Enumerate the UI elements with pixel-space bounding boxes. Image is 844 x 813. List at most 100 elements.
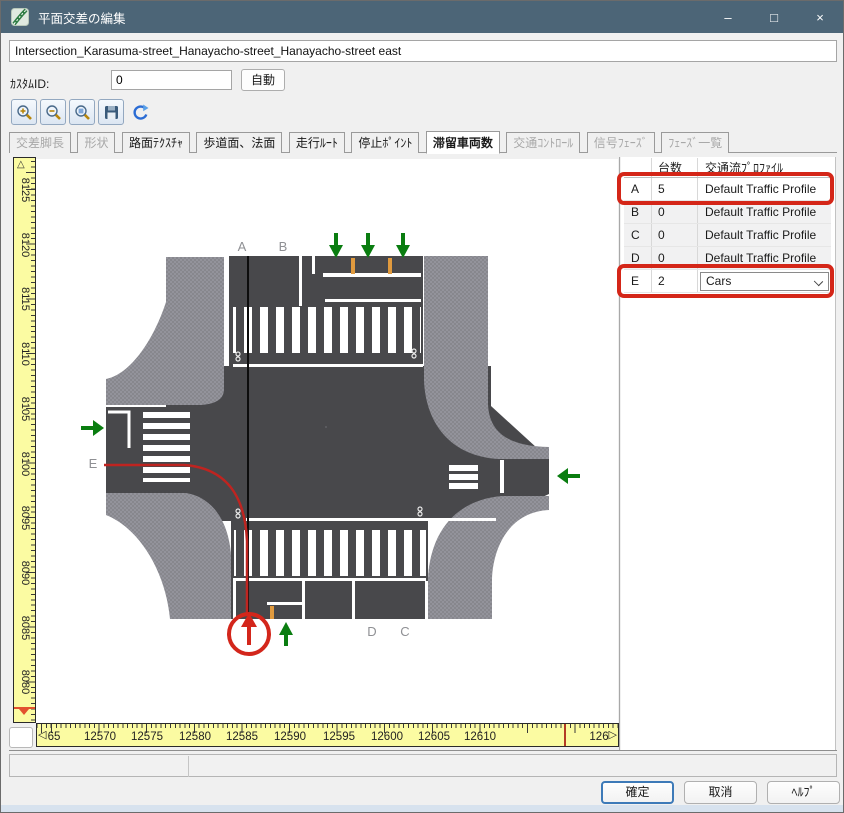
tab-sidewalk-slope[interactable]: 歩道面、法面 (196, 132, 282, 153)
app-road-icon (11, 8, 29, 26)
h-ruler-cursor-marker (564, 724, 566, 746)
row-a-profile[interactable]: Default Traffic Profile (697, 178, 831, 200)
v-ruler-label: 8105 (19, 397, 31, 421)
row-a-leg: A (624, 182, 651, 196)
horizontal-ruler[interactable]: ◁ ▷ 65 12570 12575 12580 12585 12590 125… (36, 723, 619, 747)
tab-phase-list: ﾌｪｰｽﾞ一覧 (661, 132, 729, 153)
v-ruler-label: 8080 (19, 670, 31, 694)
v-ruler-label: 8115 (19, 287, 31, 311)
tab-traffic-control: 交通ｺﾝﾄﾛｰﾙ (506, 132, 580, 153)
col-header-count: 台数 (651, 158, 697, 177)
row-e-leg: E (624, 274, 651, 288)
cancel-button[interactable]: 取消 (684, 781, 757, 804)
intersection-map: A B E D C (36, 159, 618, 723)
ruler-scroll-left-icon[interactable]: ◁ (38, 728, 46, 741)
map-bottom-border (9, 750, 837, 751)
table-row-b[interactable]: B 0 Default Traffic Profile (624, 201, 831, 224)
leg-label-e: E (89, 456, 98, 471)
help-button[interactable]: ﾍﾙﾌﾟ (767, 781, 840, 804)
row-a-count[interactable]: 5 (651, 178, 697, 200)
window-title: 平面交差の編集 (38, 8, 126, 27)
leg-label-c: C (400, 624, 409, 639)
v-ruler-label: 8120 (19, 233, 31, 257)
queued-vehicles-table: 台数 交通流ﾌﾟﾛﾌｧｲﾙ A 5 Default Traffic Profil… (624, 158, 831, 293)
h-ruler-label: 12610 (464, 731, 496, 743)
chevron-down-icon (814, 276, 823, 285)
profile-dropdown-value: Cars (706, 274, 731, 288)
refresh-icon (131, 103, 150, 122)
leg-label-a: A (238, 239, 247, 254)
v-ruler-label: 8090 (19, 561, 31, 585)
tab-strip: 交差脚長 形状 路面ﾃｸｽﾁｬ 歩道面、法面 走行ﾙｰﾄ 停止ﾎﾟｲﾝﾄ 滞留車… (9, 131, 837, 153)
h-ruler-label: 12575 (131, 731, 163, 743)
row-e-count[interactable]: 2 (651, 270, 697, 292)
maximize-button[interactable]: □ (751, 1, 797, 33)
h-ruler-label: 65 (48, 731, 61, 743)
custom-id-input[interactable] (111, 70, 232, 90)
leg-label-d: D (367, 624, 376, 639)
table-row-a[interactable]: A 5 Default Traffic Profile (624, 178, 831, 201)
row-c-leg: C (624, 228, 651, 242)
h-ruler-label: 12595 (323, 731, 355, 743)
zoom-region-icon (74, 104, 91, 121)
panel-divider (619, 157, 620, 750)
confirm-button[interactable]: 確定 (601, 781, 674, 804)
zoom-region-button[interactable] (69, 99, 95, 125)
row-c-profile[interactable]: Default Traffic Profile (697, 224, 831, 246)
status-bar (9, 754, 837, 777)
queued-vehicles-panel: 台数 交通流ﾌﾟﾛﾌｧｲﾙ A 5 Default Traffic Profil… (621, 157, 836, 750)
ruler-scroll-right-icon[interactable]: ▷ (609, 728, 617, 741)
tab-leg-length: 交差脚長 (9, 132, 71, 153)
edit-intersection-dialog: 平面交差の編集 – □ × ｶｽﾀﾑID: 自動 (0, 0, 844, 813)
ruler-corner-button[interactable] (9, 727, 33, 748)
h-ruler-label: 12585 (226, 731, 258, 743)
status-bar-divider (188, 756, 189, 777)
tab-stop-point[interactable]: 停止ﾎﾟｲﾝﾄ (351, 132, 419, 153)
tab-signal-phase: 信号ﾌｪｰｽﾞ (587, 132, 655, 153)
row-d-count[interactable]: 0 (651, 247, 697, 269)
custom-id-label: ｶｽﾀﾑID: (10, 75, 49, 92)
row-b-leg: B (624, 205, 651, 219)
vertical-ruler[interactable]: △ 8125 8120 8115 8110 8105 8100 8095 809… (13, 157, 36, 723)
table-row-d[interactable]: D 0 Default Traffic Profile (624, 247, 831, 270)
zoom-out-icon (45, 104, 62, 121)
zoom-out-button[interactable] (40, 99, 66, 125)
title-bar: 平面交差の編集 – □ × (1, 1, 843, 33)
table-row-e[interactable]: E 2 Cars (624, 270, 831, 293)
leg-label-b: B (279, 239, 288, 254)
zoom-in-button[interactable] (11, 99, 37, 125)
ruler-corner-marker: △ (17, 159, 25, 170)
v-ruler-label: 8110 (19, 342, 31, 366)
h-ruler-label: 126 (589, 731, 608, 743)
h-ruler-label: 12580 (179, 731, 211, 743)
tab-queued-vehicles[interactable]: 滞留車両数 (426, 131, 500, 154)
v-ruler-label: 8125 (19, 178, 31, 202)
row-b-count[interactable]: 0 (651, 201, 697, 223)
h-ruler-label: 12570 (84, 731, 116, 743)
row-d-profile[interactable]: Default Traffic Profile (697, 247, 831, 269)
intersection-canvas[interactable]: A B E D C (36, 159, 618, 723)
save-button[interactable] (98, 99, 124, 125)
profile-dropdown[interactable]: Cars (700, 272, 829, 291)
row-c-count[interactable]: 0 (651, 224, 697, 246)
row-d-leg: D (624, 251, 651, 265)
table-header-row: 台数 交通流ﾌﾟﾛﾌｧｲﾙ (624, 158, 831, 178)
tab-drive-route[interactable]: 走行ﾙｰﾄ (289, 132, 345, 153)
save-icon (103, 104, 120, 121)
map-toolbar (11, 99, 153, 125)
intersection-name-input[interactable] (9, 40, 837, 62)
h-ruler-label: 12605 (418, 731, 450, 743)
auto-button[interactable]: 自動 (241, 69, 285, 91)
minimize-button[interactable]: – (705, 1, 751, 33)
refresh-button[interactable] (127, 99, 153, 125)
tab-road-texture[interactable]: 路面ﾃｸｽﾁｬ (122, 132, 190, 153)
h-ruler-label: 12600 (371, 731, 403, 743)
v-ruler-label: 8095 (19, 506, 31, 530)
tab-shape: 形状 (77, 132, 115, 153)
close-button[interactable]: × (797, 1, 843, 33)
h-ruler-label: 12590 (274, 731, 306, 743)
v-ruler-label: 8085 (19, 616, 31, 640)
row-b-profile[interactable]: Default Traffic Profile (697, 201, 831, 223)
table-row-c[interactable]: C 0 Default Traffic Profile (624, 224, 831, 247)
zoom-in-icon (16, 104, 33, 121)
